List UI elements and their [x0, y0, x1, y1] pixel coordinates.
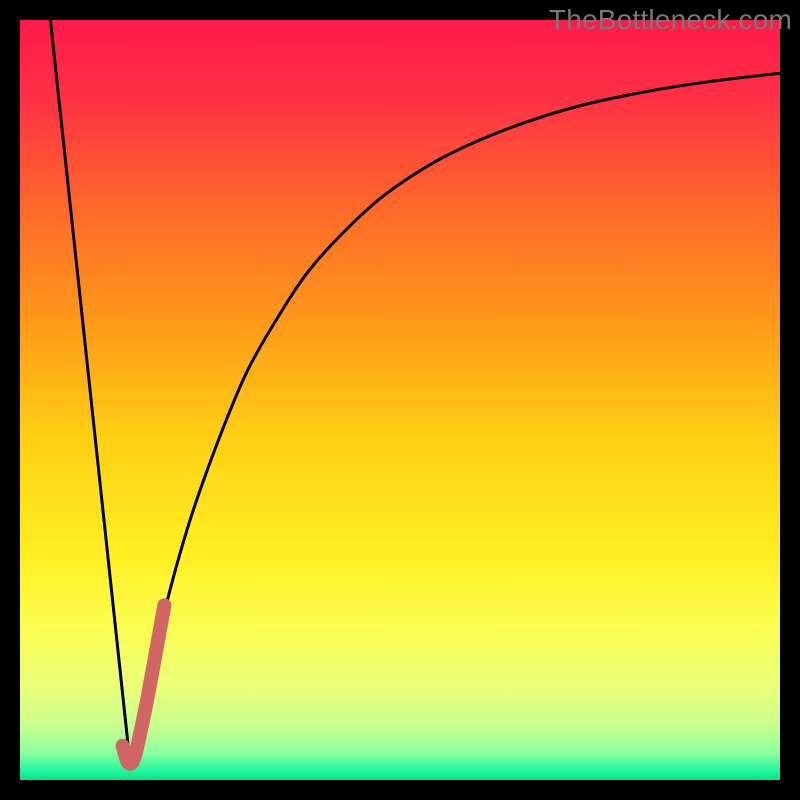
chart-frame: TheBottleneck.com — [0, 0, 800, 800]
watermark-text: TheBottleneck.com — [549, 4, 792, 36]
curve-layer — [20, 20, 780, 780]
bottleneck-right-curve — [130, 73, 780, 765]
bottleneck-left-line — [50, 20, 130, 765]
plot-area — [20, 20, 780, 780]
